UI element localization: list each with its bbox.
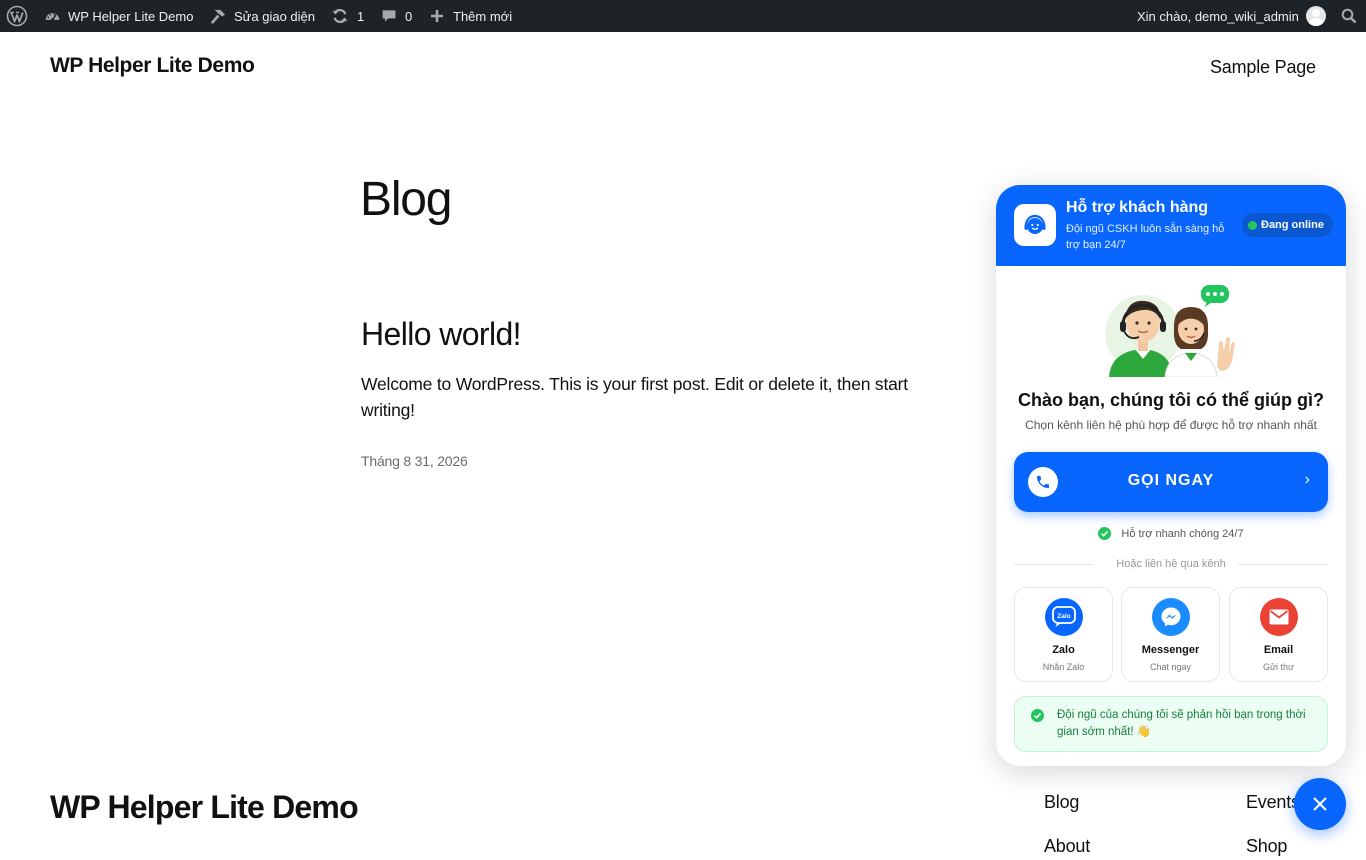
check-circle-icon bbox=[1098, 527, 1112, 540]
channel-sub: Gửi thư bbox=[1262, 662, 1295, 672]
zalo-icon: Zalo bbox=[1045, 598, 1083, 636]
channel-name: Messenger bbox=[1141, 644, 1200, 656]
response-note-text: Đội ngũ của chúng tôi sẽ phản hồi bạn tr… bbox=[1057, 709, 1306, 738]
site-title[interactable]: WP Helper Lite Demo bbox=[50, 54, 255, 78]
admin-updates-count: 1 bbox=[357, 8, 365, 24]
footer-link-blog[interactable]: Blog bbox=[1044, 792, 1079, 813]
dashboard-icon bbox=[45, 12, 60, 22]
call-now-button[interactable]: GỌI NGAY › bbox=[1014, 452, 1328, 512]
page-title: Blog bbox=[360, 173, 452, 226]
admin-customize-menu[interactable]: Sửa giao diện bbox=[208, 0, 315, 32]
check-circle-icon bbox=[1031, 709, 1044, 722]
admin-comments-count: 0 bbox=[405, 8, 413, 24]
comments-icon bbox=[382, 10, 396, 22]
admin-greeting: Xin chào, demo_wiki_admin bbox=[1137, 8, 1299, 24]
avatar bbox=[1305, 6, 1326, 26]
admin-search-button[interactable] bbox=[1341, 0, 1357, 32]
divider-or: Hoặc liên hệ qua kênh bbox=[1014, 557, 1328, 573]
post-excerpt: Welcome to WordPress. This is your first… bbox=[361, 374, 908, 420]
admin-new-menu[interactable]: Thêm mới bbox=[430, 0, 512, 32]
admin-account-menu[interactable]: Xin chào, demo_wiki_admin bbox=[1137, 0, 1326, 32]
admin-site-menu[interactable]: WP Helper Lite Demo bbox=[44, 0, 193, 32]
widget-question-sub: Chọn kênh liên hệ phù hợp để được hỗ trợ… bbox=[1025, 418, 1317, 432]
channel-zalo-button[interactable]: Zalo Zalo Nhắn Zalo bbox=[1014, 587, 1113, 682]
updates-icon bbox=[332, 8, 348, 24]
admin-bar: WP Helper Lite Demo Sửa giao diện 1 0 Th… bbox=[0, 0, 1366, 32]
fast-support-text: Hỗ trợ nhanh chóng 24/7 bbox=[1121, 527, 1244, 540]
channel-messenger-button[interactable]: Messenger Chat ngay bbox=[1121, 587, 1220, 682]
online-dot-icon bbox=[1248, 220, 1257, 230]
support-widget: Hỗ trợ khách hàng Đội ngũ CSKH luôn sẵn … bbox=[996, 185, 1346, 766]
channel-sub: Nhắn Zalo bbox=[1042, 662, 1085, 672]
close-widget-button[interactable] bbox=[1294, 778, 1346, 830]
post-title[interactable]: Hello world! bbox=[361, 316, 522, 353]
messenger-icon bbox=[1152, 598, 1190, 636]
footer-link-events[interactable]: Events bbox=[1246, 792, 1300, 813]
support-team-illustration-icon bbox=[1105, 285, 1235, 377]
admin-updates-menu[interactable]: 1 bbox=[331, 0, 364, 32]
divider-line-right bbox=[1238, 564, 1328, 565]
email-icon bbox=[1260, 598, 1298, 636]
zalo-icon-text: Zalo bbox=[1057, 613, 1070, 620]
widget-subtitle: Đội ngũ CSKH luôn sẵn sàng hỗ trợ bạn 24… bbox=[1066, 223, 1225, 251]
widget-question: Chào bạn, chúng tôi có thể giúp gì? bbox=[1018, 390, 1324, 410]
chevron-right-icon: › bbox=[1304, 471, 1310, 488]
plus-icon bbox=[431, 10, 443, 22]
nav-sample-page[interactable]: Sample Page bbox=[1210, 57, 1316, 78]
channel-name: Email bbox=[1263, 644, 1294, 656]
footer-link-shop[interactable]: Shop bbox=[1246, 836, 1287, 857]
response-note: Đội ngũ của chúng tôi sẽ phản hồi bạn tr… bbox=[1014, 696, 1328, 752]
status-badge: Đang online bbox=[1242, 213, 1333, 237]
admin-comments-menu[interactable]: 0 bbox=[381, 0, 412, 32]
widget-header: Hỗ trợ khách hàng Đội ngũ CSKH luôn sẵn … bbox=[996, 185, 1346, 266]
close-icon bbox=[1313, 797, 1327, 811]
search-icon bbox=[1341, 8, 1357, 24]
widget-title: Hỗ trợ khách hàng bbox=[1066, 199, 1209, 216]
fast-support-line: Hỗ trợ nhanh chóng 24/7 bbox=[996, 527, 1346, 540]
status-label: Đang online bbox=[1261, 219, 1324, 231]
call-now-label: GỌI NGAY bbox=[1127, 472, 1215, 489]
post-date[interactable]: Tháng 8 31, 2026 bbox=[361, 453, 468, 469]
paintbrush-icon bbox=[210, 9, 226, 24]
admin-customize-label: Sửa giao diện bbox=[234, 8, 315, 24]
channel-sub: Chat ngay bbox=[1149, 662, 1192, 672]
admin-new-label: Thêm mới bbox=[453, 8, 513, 24]
channel-email-button[interactable]: Email Gửi thư bbox=[1229, 587, 1328, 682]
wordpress-logo-icon[interactable] bbox=[6, 0, 28, 32]
footer-site-title[interactable]: WP Helper Lite Demo bbox=[50, 789, 359, 826]
admin-site-name: WP Helper Lite Demo bbox=[68, 8, 194, 24]
channel-name: Zalo bbox=[1052, 644, 1075, 656]
support-agent-icon bbox=[1014, 204, 1056, 246]
footer-link-about[interactable]: About bbox=[1044, 836, 1090, 857]
